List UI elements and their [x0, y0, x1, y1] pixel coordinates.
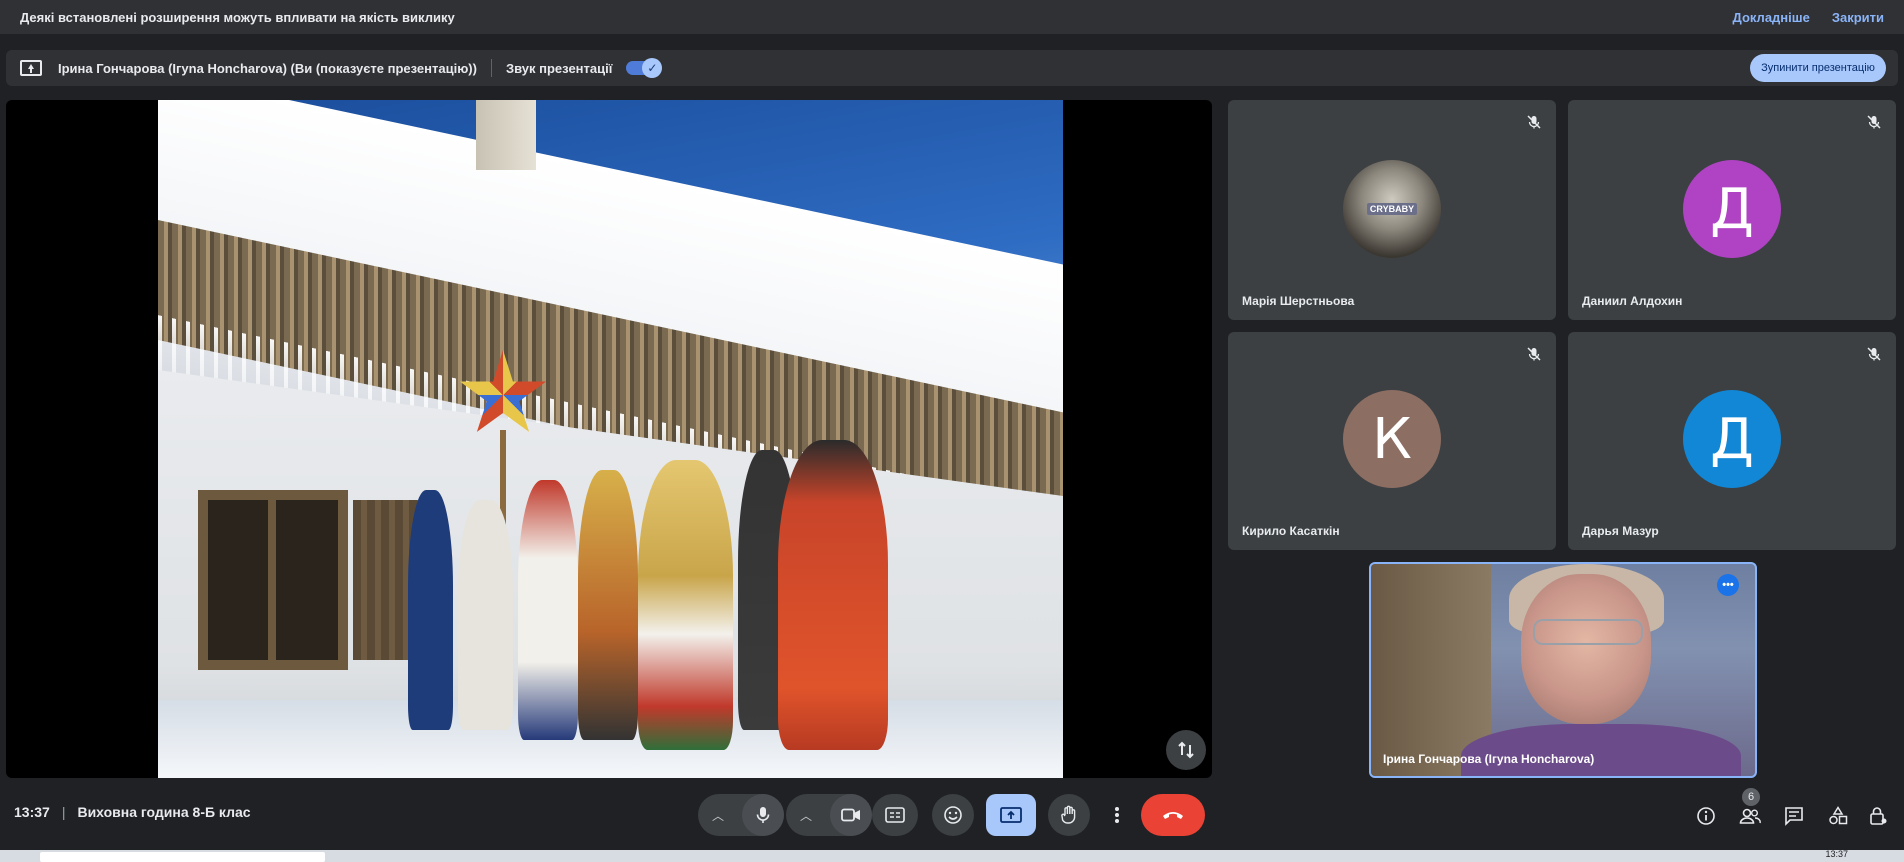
banner-links: Докладніше Закрити	[1733, 10, 1884, 25]
avatar-initial: К	[1372, 406, 1412, 472]
meeting-details-button[interactable]	[1694, 804, 1718, 828]
presentation-bar: Ірина Гончарова (Ігуnа Honcharova) (Ви (…	[6, 50, 1898, 86]
avatar: CRYBABY	[1343, 160, 1441, 258]
presented-video-frame	[158, 100, 1063, 778]
host-controls-button[interactable]	[1866, 804, 1890, 828]
check-icon: ✓	[642, 58, 663, 78]
presenter-label: Ірина Гончарова (Ігуnа Honcharova) (Ви (…	[58, 60, 477, 76]
more-options-button[interactable]	[1102, 794, 1132, 836]
mic-off-icon	[1527, 115, 1541, 129]
self-video-tile[interactable]: ••• Ірина Гончарова (Ігуnа Honcharova)	[1369, 562, 1757, 778]
avatar-initial: Д	[1710, 176, 1754, 242]
meeting-time: 13:37	[14, 804, 50, 820]
avatar: К	[1343, 390, 1441, 488]
chat-button[interactable]	[1782, 804, 1806, 828]
present-screen-icon	[20, 60, 42, 76]
swap-vertical-icon	[1178, 741, 1194, 759]
people-button[interactable]	[1738, 804, 1762, 828]
stop-presenting-button[interactable]: Зупинити презентацію	[1750, 54, 1886, 82]
scene-person	[638, 460, 733, 750]
participant-tile[interactable]: Д Даниил Алдохин	[1568, 100, 1896, 320]
participants-count-badge: 6	[1742, 788, 1760, 806]
divider: |	[61, 804, 66, 820]
mic-off-icon	[1527, 347, 1541, 361]
avatar-initial: Д	[1710, 406, 1754, 472]
divider	[490, 59, 492, 77]
participant-name: Дарья Мазур	[1582, 524, 1659, 538]
avatar-photo-text: CRYBABY	[1366, 203, 1418, 215]
presentation-audio-toggle[interactable]: ✓	[626, 58, 663, 78]
activities-button[interactable]	[1826, 804, 1850, 828]
camera-button[interactable]	[830, 794, 872, 836]
close-link[interactable]: Закрити	[1832, 10, 1884, 25]
more-vert-icon	[1115, 807, 1119, 823]
presentation-audio-label: Звук презентації	[505, 60, 613, 76]
mic-off-icon	[1867, 347, 1881, 361]
captions-button[interactable]	[872, 794, 918, 836]
present-to-all-icon	[1000, 807, 1022, 823]
self-glasses	[1533, 619, 1643, 645]
scene-person	[408, 490, 453, 730]
participant-name: Марія Шерстньова	[1242, 294, 1355, 308]
self-face	[1521, 574, 1651, 724]
more-horiz-icon[interactable]: •••	[1717, 574, 1739, 596]
participant-tile[interactable]: CRYBABY Марія Шерстньова	[1228, 100, 1556, 320]
participant-name: Даниил Алдохин	[1582, 294, 1683, 308]
meeting-info: 13:37 | Виховна година 8-Б клас	[14, 804, 251, 820]
raise-hand-button[interactable]	[1048, 794, 1090, 836]
scene-window	[198, 490, 348, 670]
scene-person	[518, 480, 578, 740]
participant-tile[interactable]: Д Дарья Мазур	[1568, 332, 1896, 550]
mic-button[interactable]	[742, 794, 784, 836]
swap-layout-button[interactable]	[1166, 730, 1206, 770]
reactions-button[interactable]	[932, 794, 974, 836]
leave-call-button[interactable]	[1141, 794, 1205, 836]
chevron-up-icon[interactable]: ︿	[800, 807, 812, 824]
mic-control-group: ︿	[698, 794, 784, 836]
banner-message: Деякі встановлені розширення можуть впли…	[20, 9, 455, 25]
taskbar-clock: 13:37	[1825, 849, 1848, 859]
os-taskbar: 13:37	[0, 849, 1904, 862]
videocam-icon	[841, 808, 860, 822]
chat-icon	[1785, 807, 1803, 826]
taskbar-search-box[interactable]	[40, 852, 325, 862]
self-body	[1461, 724, 1741, 776]
hand-icon	[1061, 805, 1076, 824]
avatar: Д	[1683, 390, 1781, 488]
details-link[interactable]: Докладніше	[1733, 10, 1810, 25]
mic-off-icon	[1867, 115, 1881, 129]
call-end-icon	[1163, 812, 1183, 819]
scene-person	[458, 500, 513, 730]
chevron-up-icon[interactable]: ︿	[712, 807, 724, 824]
mic-icon	[756, 807, 770, 823]
extensions-warning-banner: Деякі встановлені розширення можуть впли…	[0, 0, 1904, 34]
participant-tile[interactable]: К Кирило Касаткін	[1228, 332, 1556, 550]
closed-captions-icon	[885, 807, 905, 823]
camera-control-group: ︿	[786, 794, 872, 836]
avatar: Д	[1683, 160, 1781, 258]
emoji-icon	[944, 806, 962, 824]
present-now-button[interactable]	[986, 794, 1036, 836]
scene-person	[578, 470, 638, 740]
self-name: Ірина Гончарова (Ігуnа Honcharova)	[1383, 752, 1595, 766]
activities-shapes-icon	[1829, 806, 1848, 825]
participant-name: Кирило Касаткін	[1242, 524, 1340, 538]
people-icon	[1739, 808, 1761, 824]
info-icon	[1697, 807, 1715, 825]
bottom-control-bar: 13:37 | Виховна година 8-Б клас ︿ ︿ 6	[0, 784, 1904, 846]
presentation-stage	[6, 100, 1212, 778]
lock-person-icon	[1870, 807, 1887, 825]
scene-chimney	[476, 100, 536, 170]
scene-person	[778, 440, 888, 750]
meeting-title: Виховна година 8-Б клас	[77, 804, 251, 820]
